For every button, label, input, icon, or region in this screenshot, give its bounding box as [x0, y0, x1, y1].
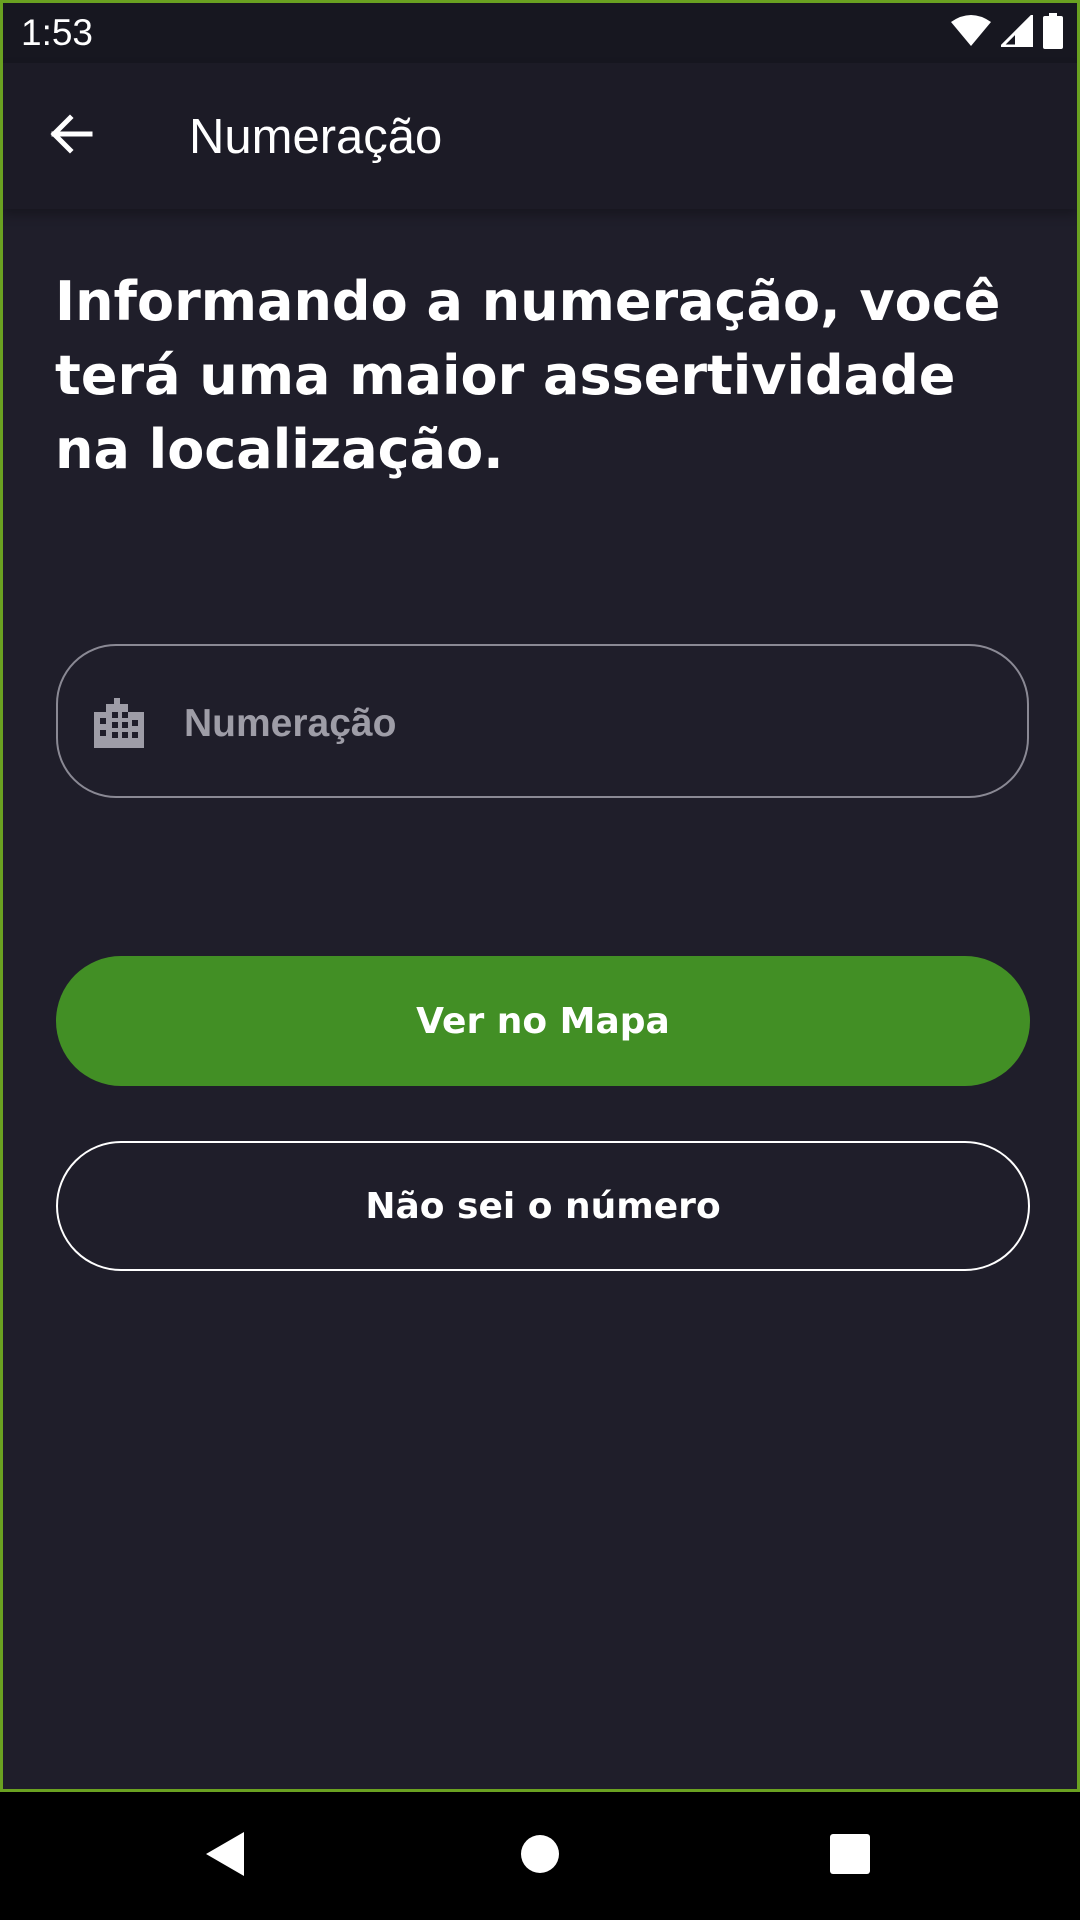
- wifi-icon: [951, 15, 991, 51]
- unknown-number-button[interactable]: Não sei o número: [56, 1141, 1030, 1271]
- building-icon: [94, 698, 144, 748]
- app-screen: 1:53 Numeração Informando a numeração, v…: [0, 0, 1080, 1792]
- status-icons: [951, 12, 1063, 53]
- headline-text: Informando a numeração, você terá uma ma…: [55, 270, 1001, 481]
- nav-home-icon: [520, 1834, 560, 1878]
- view-on-map-button[interactable]: Ver no Mapa: [56, 956, 1030, 1086]
- arrow-left-icon: [46, 110, 94, 162]
- cellular-signal-icon: [998, 12, 1034, 51]
- nav-home-button[interactable]: [508, 1824, 572, 1888]
- back-button[interactable]: [37, 103, 103, 169]
- page-title: Numeração: [189, 110, 443, 164]
- nav-recents-icon: [830, 1834, 870, 1878]
- system-nav-bar: [0, 1792, 1080, 1920]
- nav-back-icon: [204, 1830, 248, 1882]
- battery-icon: [1043, 13, 1063, 53]
- nav-back-button[interactable]: [194, 1824, 258, 1888]
- number-field[interactable]: [56, 644, 1029, 798]
- status-time: 1:53: [21, 12, 94, 53]
- nav-recents-button[interactable]: [818, 1824, 882, 1888]
- status-bar: 1:53: [3, 3, 1077, 63]
- app-bar: Numeração: [3, 63, 1077, 209]
- number-input[interactable]: [182, 686, 986, 762]
